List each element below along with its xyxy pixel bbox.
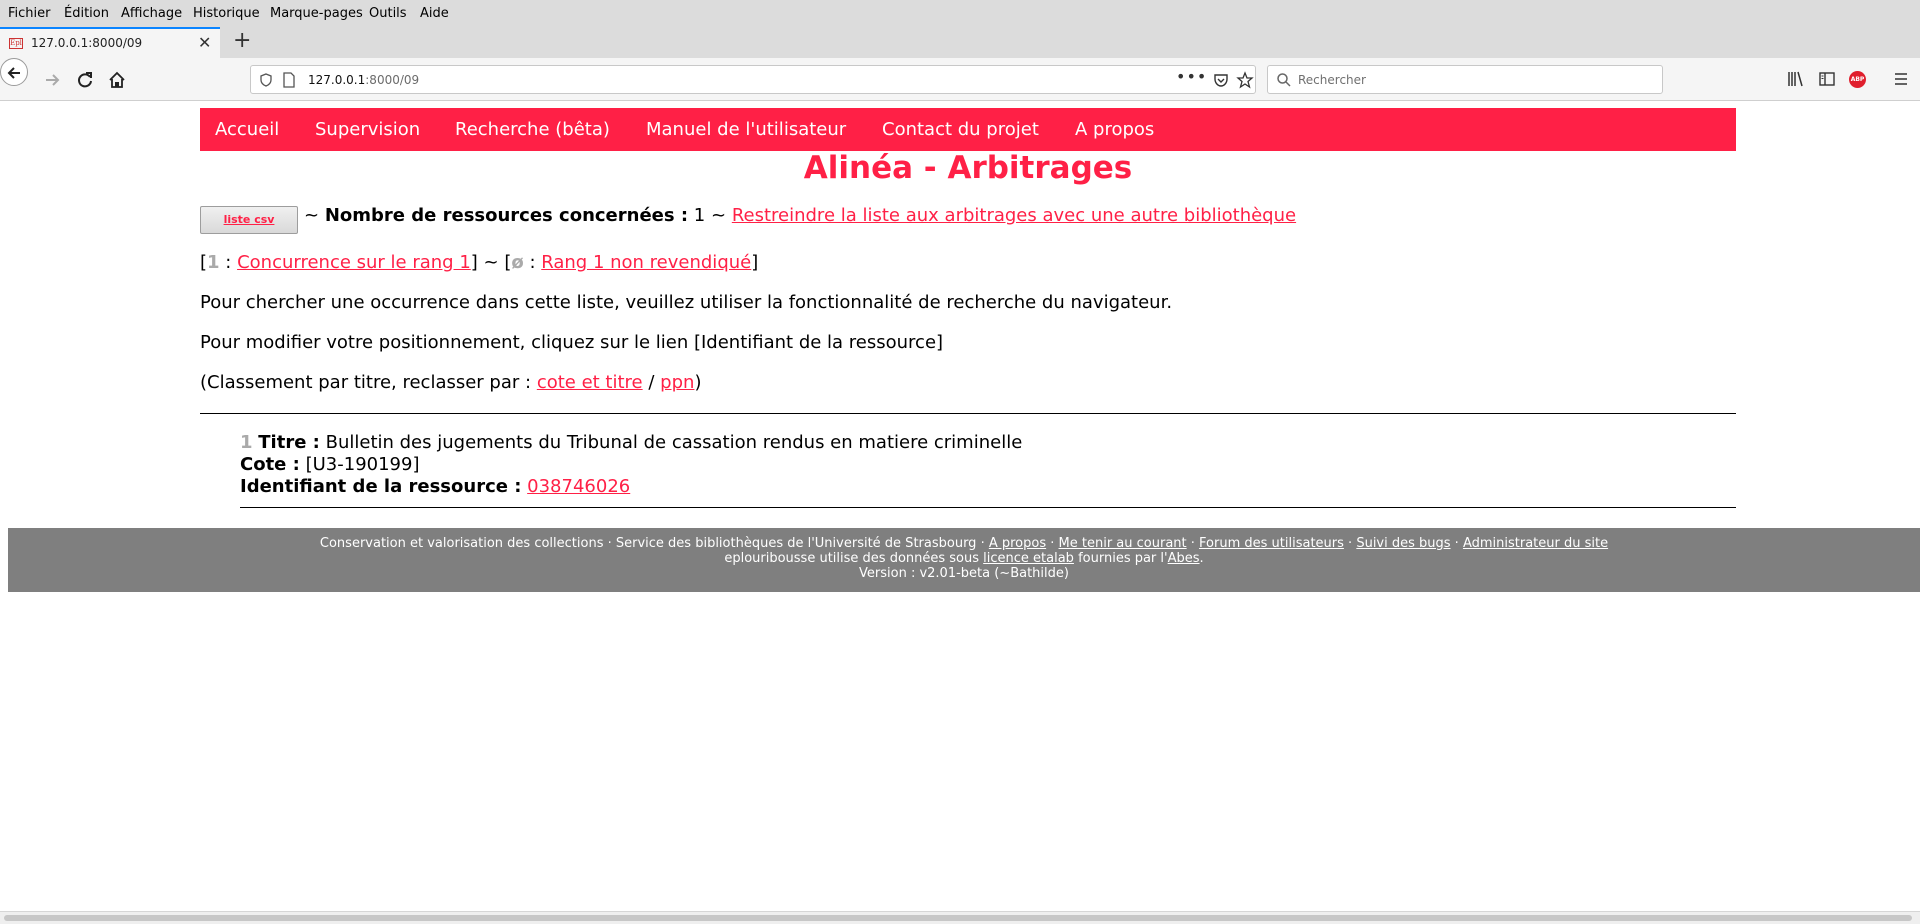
footer-admin-link[interactable]: Administrateur du site — [1463, 536, 1608, 551]
reload-icon — [78, 72, 92, 88]
footer-forum-link[interactable]: Forum des utilisateurs — [1199, 536, 1344, 551]
menu-historique[interactable]: Historique — [193, 6, 260, 21]
tab-strip: Epl 127.0.0.1:8000/09 ✕ + — [0, 27, 1920, 58]
resource-id-link[interactable]: 038746026 — [527, 476, 630, 497]
footer-credits: Conservation et valorisation des collect… — [319, 536, 985, 551]
sort-prefix: (Classement par titre, reclasser par : — [200, 372, 532, 393]
tab-close-icon[interactable]: ✕ — [198, 33, 211, 52]
nav-contact[interactable]: Contact du projet — [882, 119, 1039, 140]
footer-bugs-link[interactable]: Suivi des bugs — [1356, 536, 1450, 551]
footer-licence-link[interactable]: licence etalab — [983, 551, 1074, 566]
record-rank: 1 — [240, 432, 253, 453]
legend-line: [1 : Concurrence sur le rang 1] ~ [ø : R… — [200, 252, 759, 273]
divider — [200, 413, 1736, 414]
menu-marque-pages[interactable]: Marque-pages — [270, 6, 363, 21]
shield-icon[interactable] — [258, 72, 274, 88]
url-text: 127.0.0.1:8000/09 — [308, 73, 420, 87]
page-actions-icon[interactable]: ••• — [1176, 67, 1207, 86]
pocket-icon[interactable] — [1213, 72, 1229, 88]
home-button[interactable] — [104, 67, 130, 93]
footer-data-text: eplouribousse utilise des données sous — [724, 551, 980, 566]
site-footer: Conservation et valorisation des collect… — [8, 528, 1920, 592]
footer-provided-text: fournies par l' — [1078, 551, 1168, 566]
sort-cote-titre-link[interactable]: cote et titre — [537, 372, 643, 393]
cote-value: [U3-190199] — [305, 454, 420, 475]
divider — [240, 507, 1736, 508]
new-tab-icon[interactable]: + — [233, 28, 251, 53]
sidebar-icon[interactable] — [1818, 70, 1836, 88]
count-label: Nombre de ressources concernées : — [324, 205, 689, 226]
search-bar[interactable]: Rechercher — [1267, 65, 1663, 94]
reload-button[interactable] — [72, 67, 98, 93]
adblock-icon[interactable]: ABP — [1849, 71, 1866, 88]
forward-button[interactable] — [40, 67, 66, 93]
sort-line: (Classement par titre, reclasser par : c… — [200, 372, 701, 393]
summary-line: ~ Nombre de ressources concernées : 1 ~ … — [304, 205, 1296, 226]
site-navigation: Accueil Supervision Recherche (bêta) Man… — [200, 108, 1736, 151]
horizontal-scrollbar[interactable] — [0, 911, 1920, 924]
search-icon — [1277, 73, 1291, 87]
back-button[interactable] — [0, 58, 28, 86]
menu-aide[interactable]: Aide — [420, 6, 449, 21]
separator: ~ — [304, 205, 320, 226]
scrollbar-thumb[interactable] — [4, 915, 1912, 921]
rank1-symbol: 1 — [207, 252, 220, 273]
back-arrow-icon — [7, 67, 20, 79]
nav-accueil[interactable]: Accueil — [215, 119, 279, 140]
title-value: Bulletin des jugements du Tribunal de ca… — [325, 432, 1023, 453]
separator: ~ — [710, 205, 727, 226]
tab-title: 127.0.0.1:8000/09 — [31, 36, 143, 50]
footer-abes-link[interactable]: Abes — [1168, 551, 1200, 566]
sort-slash: / — [648, 372, 655, 393]
sort-suffix: ) — [694, 372, 702, 393]
menu-edition[interactable]: Édition — [64, 6, 109, 21]
resource-id-label: Identifiant de la ressource : — [240, 476, 522, 497]
search-placeholder: Rechercher — [1298, 73, 1366, 87]
footer-version: Version : v2.01-beta (~Bathilde) — [859, 566, 1069, 581]
csv-list-button[interactable]: liste csv — [200, 206, 298, 234]
browser-menubar: Fichier Édition Affichage Historique Mar… — [0, 0, 1920, 27]
page-title: Alinéa - Arbitrages — [803, 150, 1133, 186]
info-modify: Pour modifier votre positionnement, cliq… — [200, 332, 944, 353]
page-icon — [283, 72, 295, 88]
nav-recherche[interactable]: Recherche (bêta) — [455, 119, 610, 140]
favicon-icon: Epl — [9, 38, 23, 49]
browser-tab[interactable]: Epl 127.0.0.1:8000/09 ✕ — [0, 27, 220, 58]
hamburger-menu-icon[interactable] — [1892, 70, 1910, 88]
unclaimed-symbol: ø — [511, 252, 524, 273]
forward-arrow-icon — [46, 74, 60, 86]
cote-label: Cote : — [240, 454, 300, 475]
resource-record: 1 Titre : Bulletin des jugements du Trib… — [240, 432, 1022, 498]
menu-outils[interactable]: Outils — [369, 6, 407, 21]
menu-affichage[interactable]: Affichage — [121, 6, 182, 21]
nav-manuel[interactable]: Manuel de l'utilisateur — [646, 119, 846, 140]
url-bar[interactable]: 127.0.0.1:8000/09 ••• — [250, 65, 1256, 94]
footer-news-link[interactable]: Me tenir au courant — [1059, 536, 1187, 551]
count-value: 1 — [693, 205, 706, 226]
home-icon — [109, 71, 125, 88]
bookmark-star-icon[interactable] — [1236, 71, 1254, 89]
nav-supervision[interactable]: Supervision — [315, 119, 420, 140]
rank1-unclaimed-link[interactable]: Rang 1 non revendiqué — [541, 252, 751, 273]
rank1-competition-link[interactable]: Concurrence sur le rang 1 — [237, 252, 471, 273]
nav-a-propos[interactable]: A propos — [1075, 119, 1154, 140]
restrict-list-link[interactable]: Restreindre la liste aux arbitrages avec… — [732, 205, 1296, 226]
menu-fichier[interactable]: Fichier — [8, 6, 51, 21]
sort-ppn-link[interactable]: ppn — [660, 372, 694, 393]
library-icon[interactable] — [1787, 70, 1805, 88]
info-search: Pour chercher une occurrence dans cette … — [200, 292, 1173, 313]
title-label: Titre : — [258, 432, 320, 453]
footer-a-propos-link[interactable]: A propos — [989, 536, 1046, 551]
browser-navbar: 127.0.0.1:8000/09 ••• Rechercher ABP — [0, 58, 1920, 101]
